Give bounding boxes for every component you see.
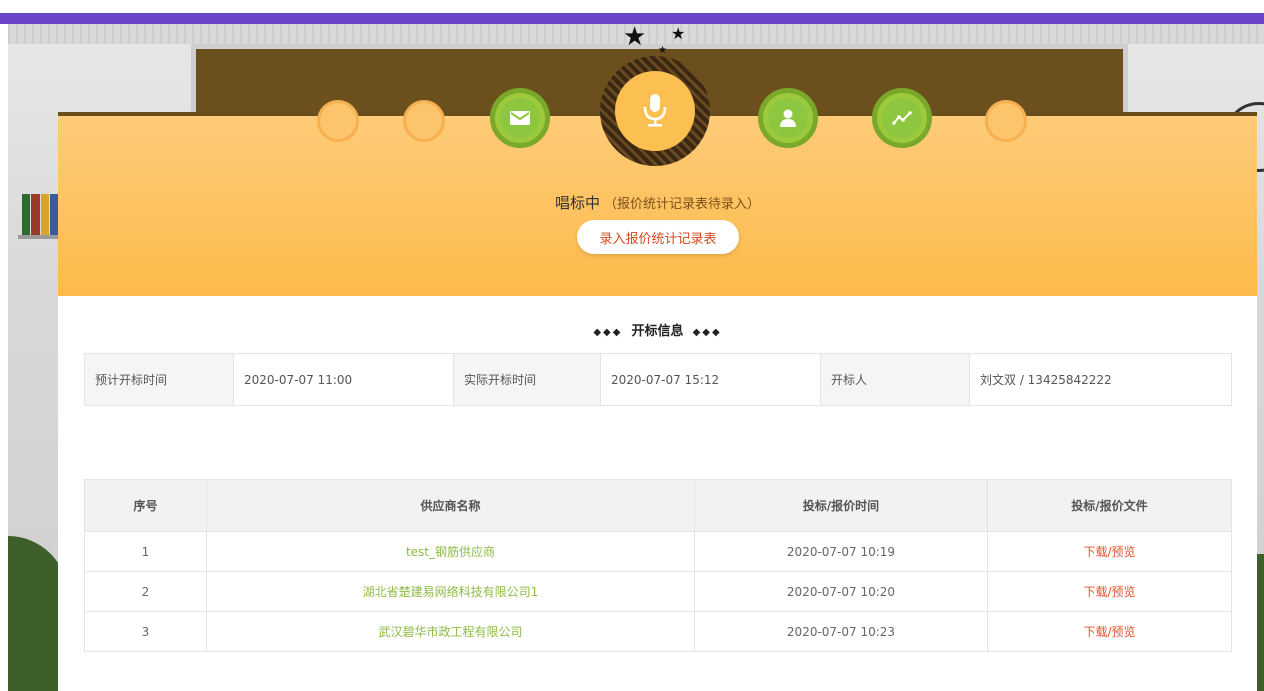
- row-index: 3: [84, 611, 207, 652]
- opener-value: 刘文双 / 13425842222: [969, 353, 1232, 406]
- planned-time-label: 预计开标时间: [84, 353, 234, 406]
- progress-step-current: [600, 56, 710, 166]
- microphone-icon: [615, 71, 695, 151]
- download-preview-link[interactable]: 下载/预览: [987, 531, 1232, 572]
- table-row: 2 湖北省楚建易网络科技有限公司1 2020-07-07 10:20 下载/预览: [84, 571, 1232, 612]
- bid-time: 2020-07-07 10:20: [694, 571, 988, 612]
- progress-step-user: [758, 88, 818, 148]
- supplier-name: test_钢筋供应商: [206, 531, 695, 572]
- section-title-open-info: ◆◆◆ 开标信息 ◆◆◆: [593, 324, 722, 339]
- bids-table: 序号 供应商名称 投标/报价时间 投标/报价文件 1 test_钢筋供应商 20…: [84, 479, 1232, 652]
- column-header-time: 投标/报价时间: [694, 479, 988, 532]
- user-icon: [768, 98, 808, 138]
- planned-time-value: 2020-07-07 11:00: [233, 353, 454, 406]
- actual-time-label: 实际开标时间: [453, 353, 601, 406]
- status-label: 唱标中: [554, 194, 600, 212]
- progress-step-pending: [985, 100, 1027, 142]
- table-row: 1 test_钢筋供应商 2020-07-07 10:19 下载/预览: [84, 531, 1232, 572]
- background-books: [22, 194, 58, 236]
- mail-icon: [500, 98, 540, 138]
- progress-step-pending: [403, 100, 445, 142]
- bid-time: 2020-07-07 10:19: [694, 531, 988, 572]
- progress-step-chart: [872, 88, 932, 148]
- column-header-file: 投标/报价文件: [987, 479, 1232, 532]
- bid-opening-panel: ★ ★ ★ 唱标中 （报价统计记录表待录入） 录入报价统计记录表 ◆◆◆ 开标信息: [58, 24, 1257, 691]
- download-preview-link[interactable]: 下载/预览: [987, 611, 1232, 652]
- bid-time: 2020-07-07 10:23: [694, 611, 988, 652]
- open-info-table: 预计开标时间 2020-07-07 11:00 实际开标时间 2020-07-0…: [84, 353, 1232, 406]
- download-preview-link[interactable]: 下载/预览: [987, 571, 1232, 612]
- status-subtitle: （报价统计记录表待录入）: [604, 197, 761, 212]
- row-index: 2: [84, 571, 207, 612]
- status-header: ★ ★ ★ 唱标中 （报价统计记录表待录入） 录入报价统计记录表: [58, 24, 1257, 296]
- actual-time-value: 2020-07-07 15:12: [600, 353, 821, 406]
- status-title: 唱标中 （报价统计记录表待录入）: [58, 192, 1257, 213]
- progress-step-mail: [490, 88, 550, 148]
- opener-label: 开标人: [820, 353, 970, 406]
- enter-quote-record-button[interactable]: 录入报价统计记录表: [577, 220, 739, 254]
- supplier-name: 武汉碧华市政工程有限公司: [206, 611, 695, 652]
- progress-step-pending: [317, 100, 359, 142]
- column-header-supplier: 供应商名称: [206, 479, 695, 532]
- table-row: 3 武汉碧华市政工程有限公司 2020-07-07 10:23 下载/预览: [84, 611, 1232, 652]
- column-header-index: 序号: [84, 479, 207, 532]
- chart-line-icon: [882, 98, 922, 138]
- supplier-name: 湖北省楚建易网络科技有限公司1: [206, 571, 695, 612]
- row-index: 1: [84, 531, 207, 572]
